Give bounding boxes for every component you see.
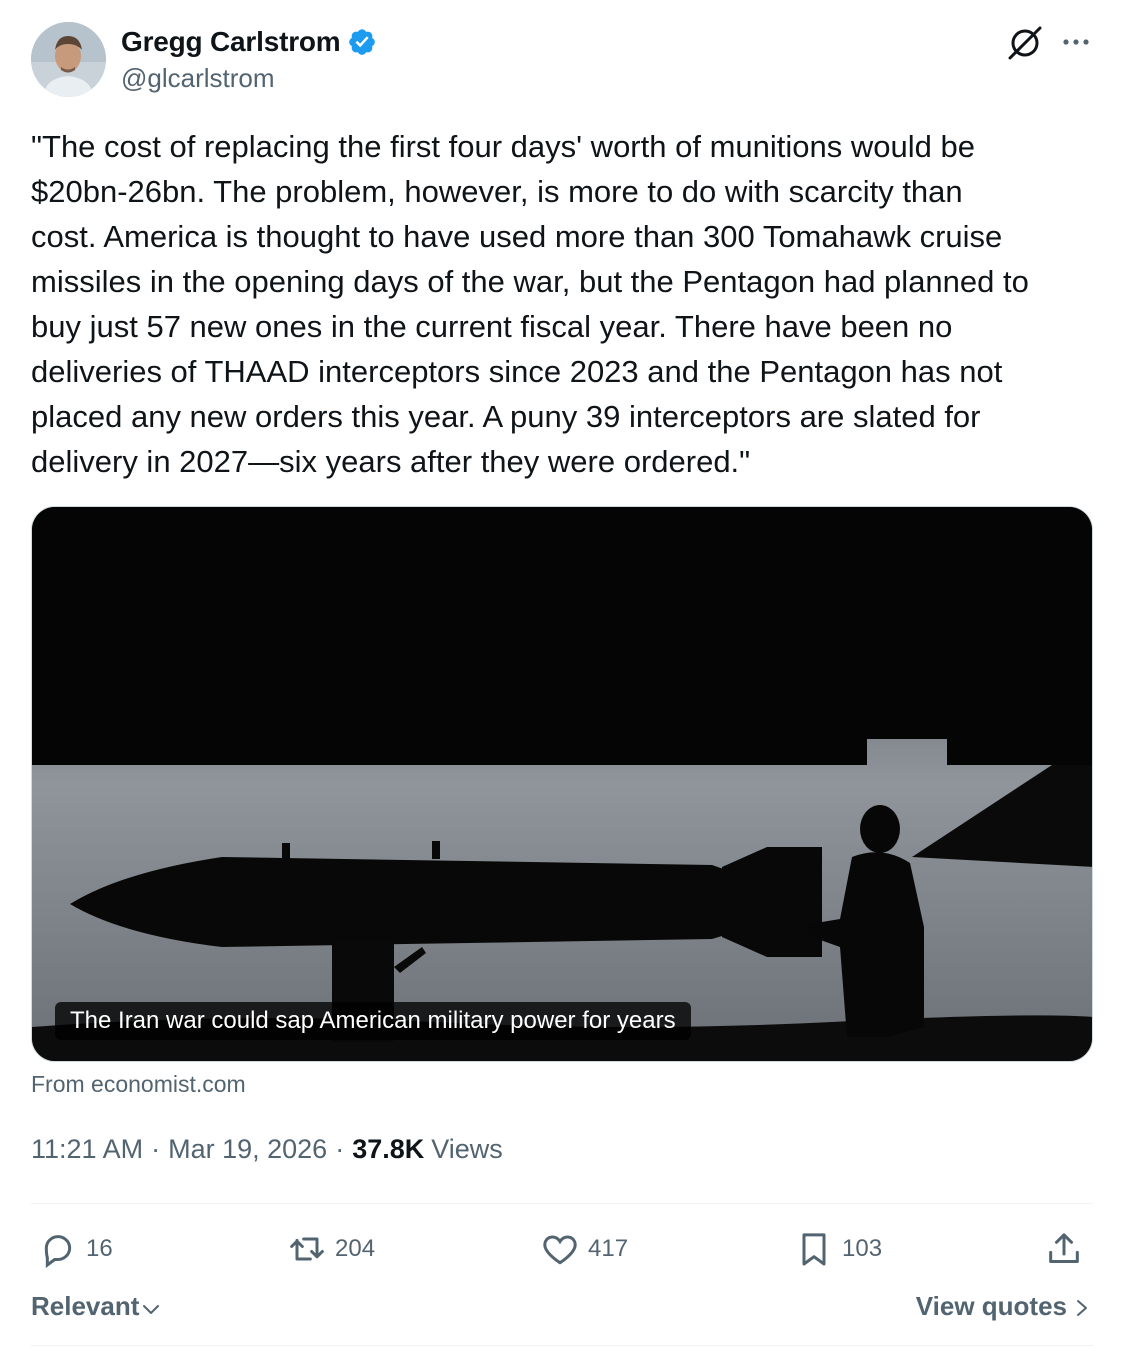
divider — [31, 1345, 1093, 1346]
author-name-row[interactable]: Gregg Carlstrom — [121, 24, 377, 60]
verified-badge-icon[interactable] — [347, 27, 377, 57]
tweet-text: "The cost of replacing the first four da… — [31, 129, 1029, 479]
tweet: Gregg Carlstrom @glcarlstrom "The cost o… — [0, 0, 1123, 1348]
author-handle[interactable]: @glcarlstrom — [121, 63, 275, 94]
sort-label: Relevant — [31, 1291, 140, 1321]
author-name[interactable]: Gregg Carlstrom — [121, 26, 341, 58]
tweet-time[interactable]: 11:21 AM — [31, 1134, 143, 1165]
avatar[interactable] — [31, 22, 106, 97]
retweet-icon — [290, 1237, 324, 1261]
views-count: 37.8K — [352, 1134, 425, 1164]
meta-separator: · — [151, 1134, 161, 1164]
share-icon — [1049, 1233, 1079, 1263]
tweet-meta: 11:21 AM · Mar 19, 2026 · 37.8K Views — [31, 1134, 503, 1165]
bookmark-count: 103 — [842, 1235, 883, 1262]
reply-button[interactable]: 16 — [38, 1226, 113, 1272]
tweet-date[interactable]: Mar 19, 2026 — [168, 1134, 327, 1165]
like-button[interactable]: 417 — [540, 1226, 628, 1272]
share-button[interactable] — [1044, 1226, 1092, 1272]
reply-count: 16 — [86, 1235, 113, 1262]
like-count: 417 — [588, 1235, 629, 1262]
link-source[interactable]: From economist.com — [31, 1071, 246, 1098]
bookmark-button[interactable]: 103 — [794, 1226, 882, 1272]
sort-dropdown[interactable]: Relevant — [31, 1291, 161, 1322]
views-label: Views — [431, 1134, 503, 1164]
grok-icon[interactable] — [1006, 24, 1044, 62]
more-icon[interactable] — [1060, 28, 1092, 56]
heart-icon — [543, 1235, 577, 1265]
retweet-button[interactable]: 204 — [287, 1226, 375, 1272]
retweet-count: 204 — [335, 1235, 376, 1262]
meta-separator: · — [335, 1134, 345, 1164]
reply-icon — [44, 1235, 72, 1268]
chevron-right-icon — [1077, 1299, 1087, 1316]
view-quotes-link[interactable]: View quotes — [916, 1291, 1091, 1322]
link-card-image[interactable]: The Iran war could sap American military… — [31, 506, 1093, 1062]
chevron-down-icon — [143, 1304, 160, 1314]
bookmark-icon — [802, 1233, 826, 1266]
view-quotes-label: View quotes — [915, 1291, 1067, 1321]
divider — [31, 1203, 1093, 1204]
link-card-title: The Iran war could sap American military… — [55, 1002, 691, 1040]
